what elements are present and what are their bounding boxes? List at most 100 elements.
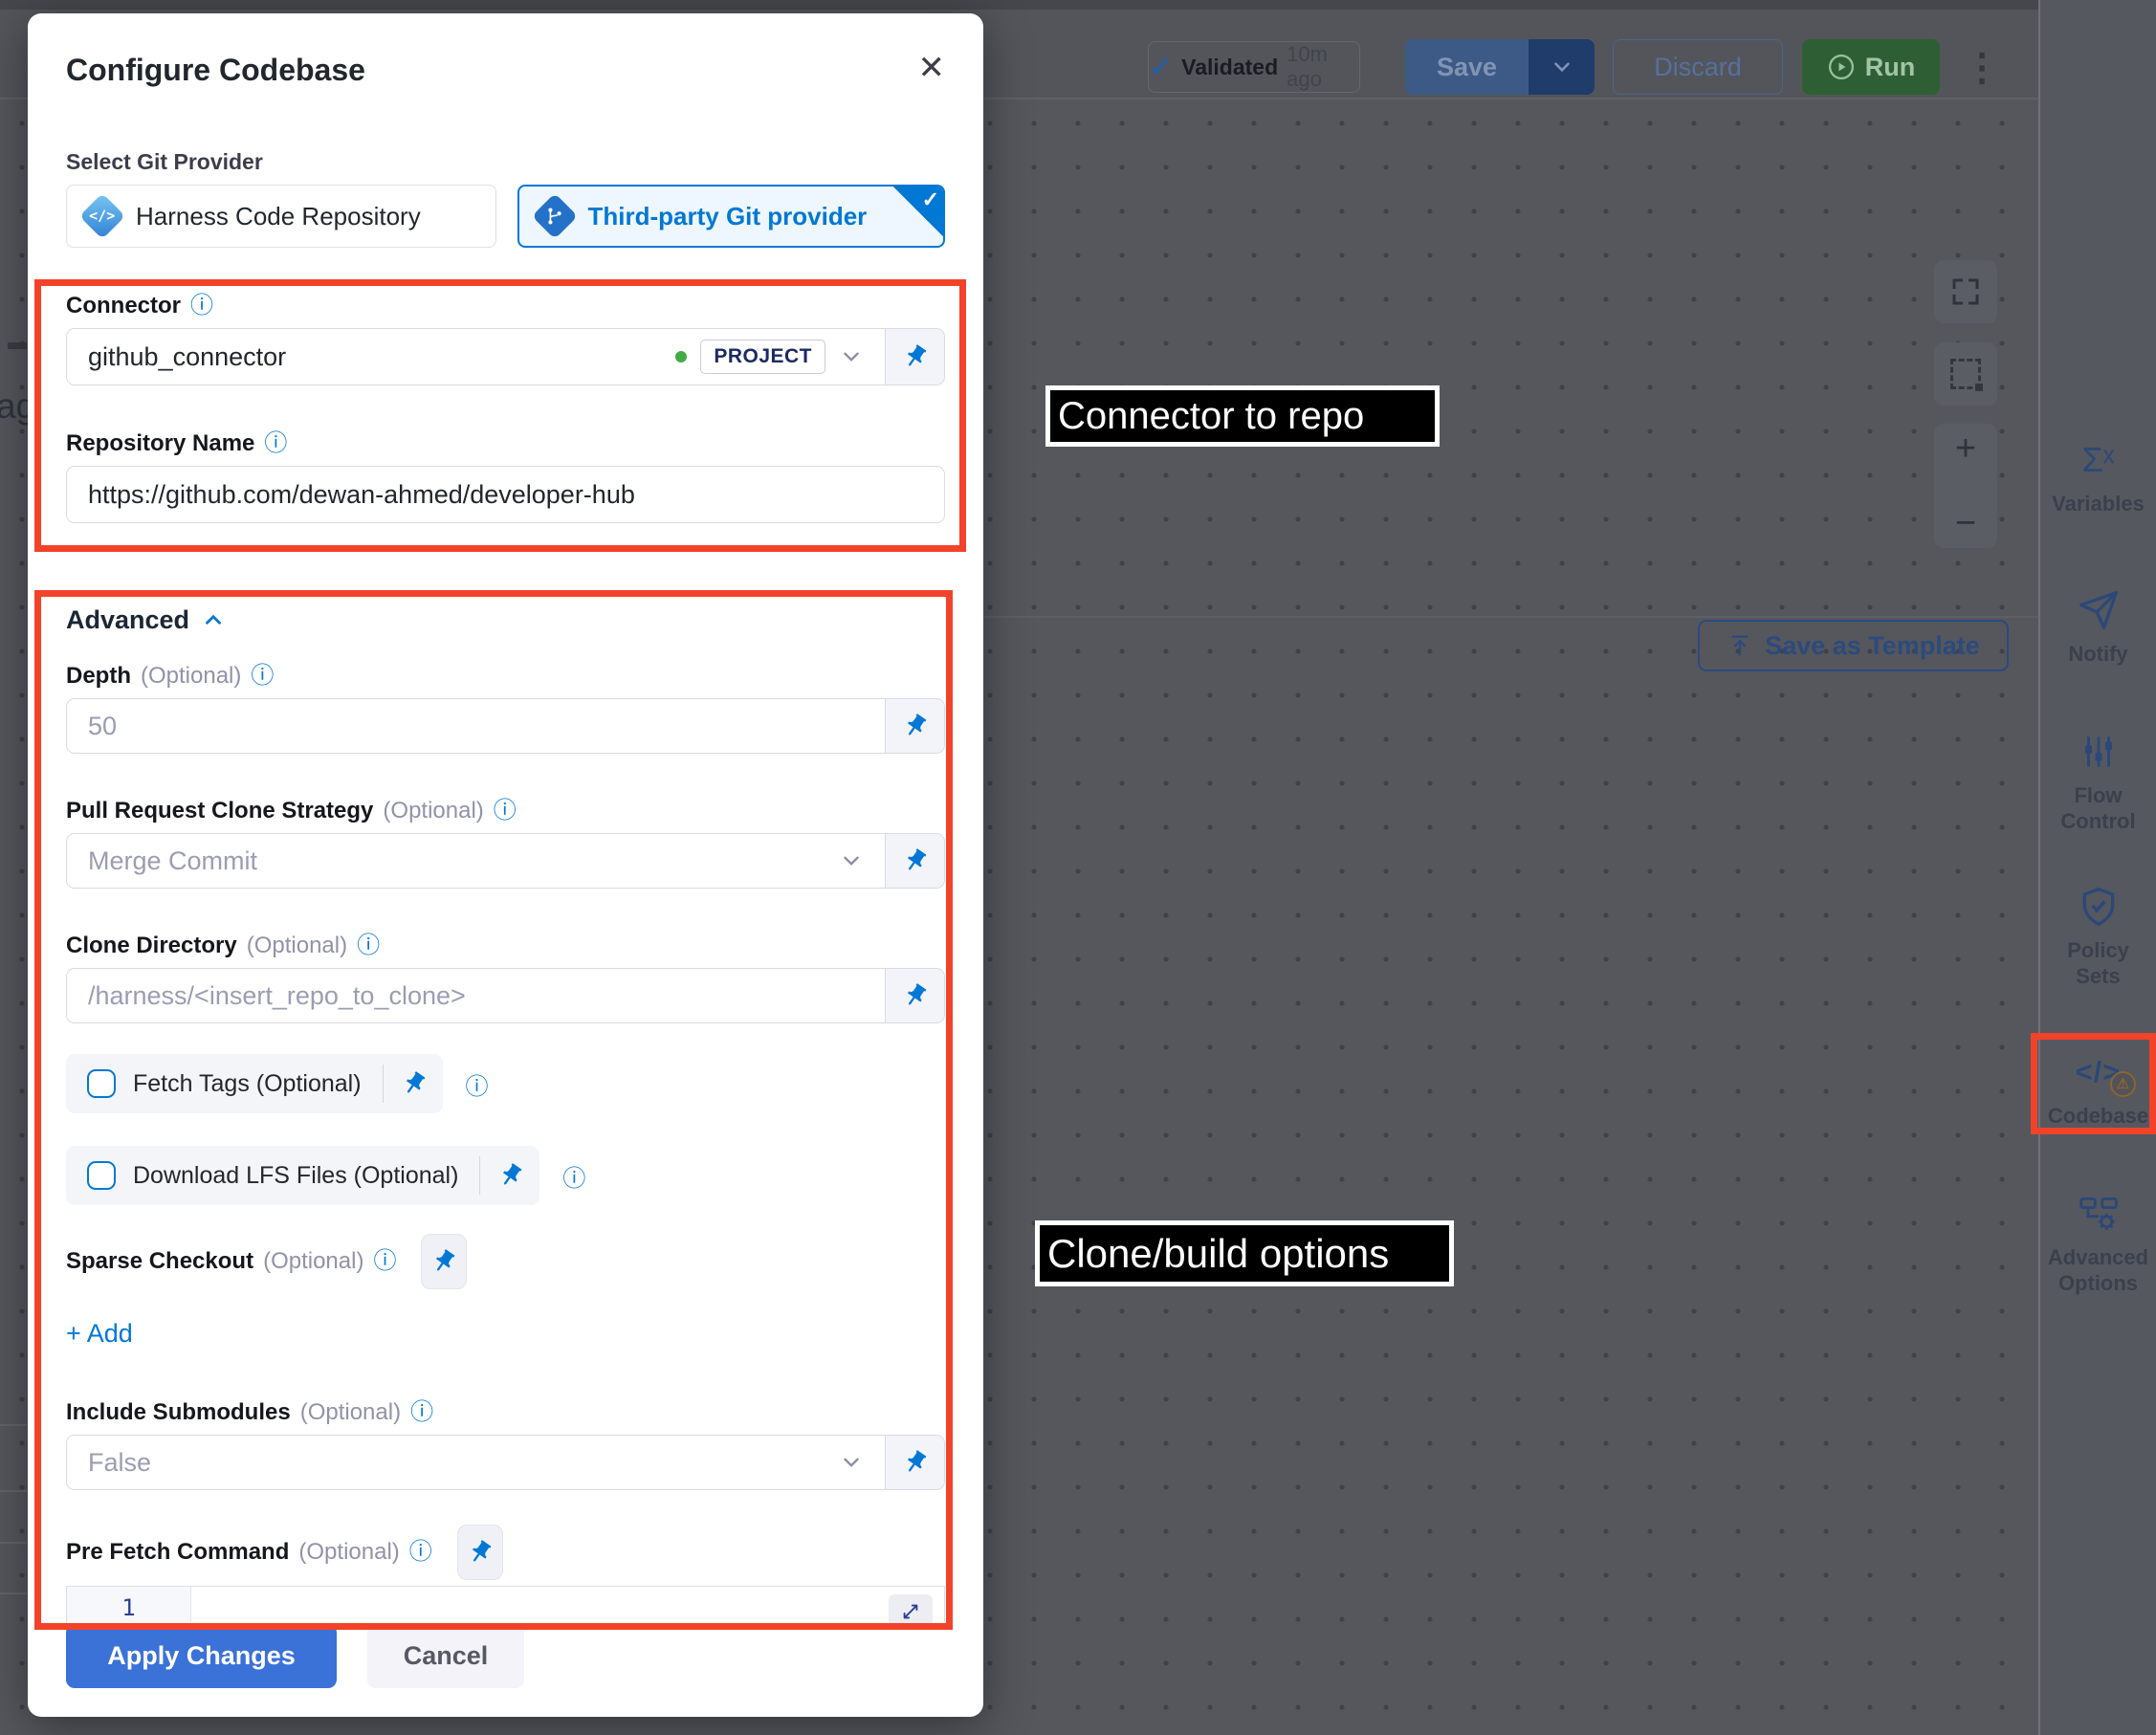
divider — [479, 1156, 480, 1195]
info-icon[interactable]: ⓘ — [410, 1398, 433, 1427]
info-icon[interactable]: ⓘ — [466, 1067, 489, 1101]
pin-icon[interactable] — [497, 1162, 524, 1189]
optional-tag: (Optional) — [300, 1398, 401, 1427]
discard-button[interactable]: Discard — [1613, 39, 1783, 95]
pin-icon — [467, 1539, 494, 1566]
save-menu-caret[interactable] — [1529, 39, 1595, 95]
download-lfs-checkbox[interactable] — [87, 1161, 116, 1190]
pr-clone-strategy-label: Pull Request Clone Strategy — [66, 797, 373, 825]
run-label: Run — [1865, 53, 1915, 82]
play-icon — [1827, 53, 1856, 81]
pin-icon[interactable] — [401, 1070, 428, 1097]
graph-dashed-line-fragment — [8, 342, 27, 349]
pre-fetch-command-label: Pre Fetch Command — [66, 1538, 289, 1567]
clone-directory-placeholder: /harness/<insert_repo_to_clone> — [88, 981, 466, 1011]
clone-directory-field[interactable]: /harness/<insert_repo_to_clone> — [66, 968, 945, 1023]
background-row-line — [0, 1542, 27, 1544]
modal-title: Configure Codebase — [66, 52, 365, 88]
pin-icon — [902, 343, 929, 370]
chevron-down-icon[interactable] — [839, 1450, 864, 1475]
advanced-section-toggle[interactable]: Advanced — [66, 604, 945, 635]
optional-tag: (Optional) — [141, 662, 241, 691]
pin-toggle[interactable] — [421, 1234, 467, 1289]
info-icon[interactable]: ⓘ — [357, 932, 380, 960]
sidebar-item-codebase[interactable]: </> ⚠ Codebase — [2040, 1047, 2156, 1129]
pin-toggle[interactable] — [885, 699, 944, 753]
zoom-in-button[interactable]: + — [1955, 429, 1976, 468]
sidebar-item-notify[interactable]: Notify — [2040, 585, 2156, 667]
pin-toggle[interactable] — [885, 834, 944, 888]
sidebar-item-label: Variables — [2040, 491, 2156, 516]
apply-changes-button[interactable]: Apply Changes — [66, 1624, 337, 1688]
sidebar-item-policy-sets[interactable]: Policy Sets — [2040, 882, 2156, 989]
info-icon[interactable]: ⓘ — [264, 429, 287, 458]
sidebar-item-variables[interactable]: Σˣ Variables — [2040, 435, 2156, 516]
shield-check-icon — [2078, 886, 2120, 928]
scope-badge: PROJECT — [700, 340, 825, 374]
save-as-template-button[interactable]: Save as Template — [1698, 620, 2009, 671]
sidebar-item-label: Codebase — [2040, 1103, 2156, 1129]
configure-codebase-modal: Configure Codebase ✕ Select Git Provider… — [28, 13, 983, 1717]
advanced-header: Advanced — [66, 604, 189, 635]
select-git-provider-label: Select Git Provider — [66, 148, 945, 175]
optional-tag: (Optional) — [263, 1247, 363, 1276]
pr-clone-strategy-value: Merge Commit — [88, 846, 257, 876]
chevron-down-icon[interactable] — [839, 848, 864, 873]
background-row-line — [0, 1592, 27, 1594]
info-icon[interactable]: ⓘ — [373, 1247, 396, 1276]
repository-name-label: Repository Name — [66, 429, 254, 458]
selected-corner: ✓ — [891, 185, 945, 238]
code-icon: </> ⚠ — [2076, 1055, 2122, 1089]
cancel-button[interactable]: Cancel — [367, 1624, 524, 1688]
close-icon[interactable]: ✕ — [918, 52, 946, 84]
pin-icon — [902, 713, 929, 739]
provider-label: Third-party Git provider — [588, 202, 868, 231]
sidebar-item-label: Policy Sets — [2040, 937, 2156, 989]
add-sparse-checkout-link[interactable]: + Add — [66, 1318, 171, 1349]
pin-icon — [430, 1248, 457, 1275]
sidebar-item-flow-control[interactable]: Flow Control — [2040, 727, 2156, 834]
paper-plane-icon — [2078, 589, 2120, 631]
pr-clone-strategy-select[interactable]: Merge Commit — [66, 833, 945, 889]
check-icon: ✓ — [1149, 51, 1173, 84]
depth-field[interactable]: 50 — [66, 698, 945, 754]
validated-status-pill[interactable]: ✓ Validated 10m ago — [1148, 41, 1360, 93]
repository-name-field[interactable]: https://github.com/dewan-ahmed/developer… — [66, 466, 945, 523]
annotation-callout-clone: Clone/build options — [1035, 1220, 1454, 1286]
sidebar-item-advanced-options[interactable]: Advanced Options — [2040, 1189, 2156, 1296]
zoom-control[interactable]: + − — [1934, 424, 1997, 548]
save-button[interactable]: Save — [1405, 39, 1529, 95]
sidebar-item-label: Advanced Options — [2040, 1244, 2156, 1296]
connector-field[interactable]: github_connector PROJECT — [66, 328, 945, 385]
info-icon[interactable]: ⓘ — [190, 292, 213, 320]
kebab-menu-icon[interactable]: ⋮ — [1963, 44, 2001, 92]
marquee-select-button[interactable] — [1934, 342, 1997, 406]
pin-toggle[interactable] — [457, 1525, 503, 1580]
pin-toggle[interactable] — [885, 329, 944, 384]
pin-icon — [902, 982, 929, 1009]
pin-icon — [902, 847, 929, 874]
info-icon[interactable]: ⓘ — [494, 797, 517, 825]
include-submodules-select[interactable]: False — [66, 1435, 945, 1490]
download-lfs-row[interactable]: Download LFS Files (Optional) — [66, 1146, 539, 1205]
pin-toggle[interactable] — [885, 969, 944, 1022]
fetch-tags-row[interactable]: Fetch Tags (Optional) — [66, 1054, 443, 1113]
fullscreen-button[interactable] — [1934, 260, 1997, 323]
fetch-tags-label: Fetch Tags (Optional) — [133, 1070, 362, 1098]
connector-label: Connector — [66, 292, 181, 320]
include-submodules-label: Include Submodules — [66, 1398, 291, 1427]
chevron-down-icon[interactable] — [839, 344, 864, 369]
pin-toggle[interactable] — [885, 1436, 944, 1489]
info-icon[interactable]: ⓘ — [409, 1538, 432, 1567]
window-top-strip — [0, 0, 2156, 10]
provider-label: Harness Code Repository — [136, 202, 421, 231]
run-button[interactable]: Run — [1802, 39, 1940, 95]
info-icon[interactable]: ⓘ — [562, 1159, 585, 1193]
optional-tag: (Optional) — [247, 932, 347, 960]
fetch-tags-checkbox[interactable] — [87, 1069, 116, 1098]
zoom-out-button[interactable]: − — [1955, 504, 1976, 542]
info-icon[interactable]: ⓘ — [251, 662, 274, 691]
provider-option-harness[interactable]: </> Harness Code Repository — [66, 185, 496, 248]
chevron-down-icon — [1550, 55, 1574, 79]
provider-option-third-party[interactable]: Third-party Git provider ✓ — [517, 185, 946, 248]
